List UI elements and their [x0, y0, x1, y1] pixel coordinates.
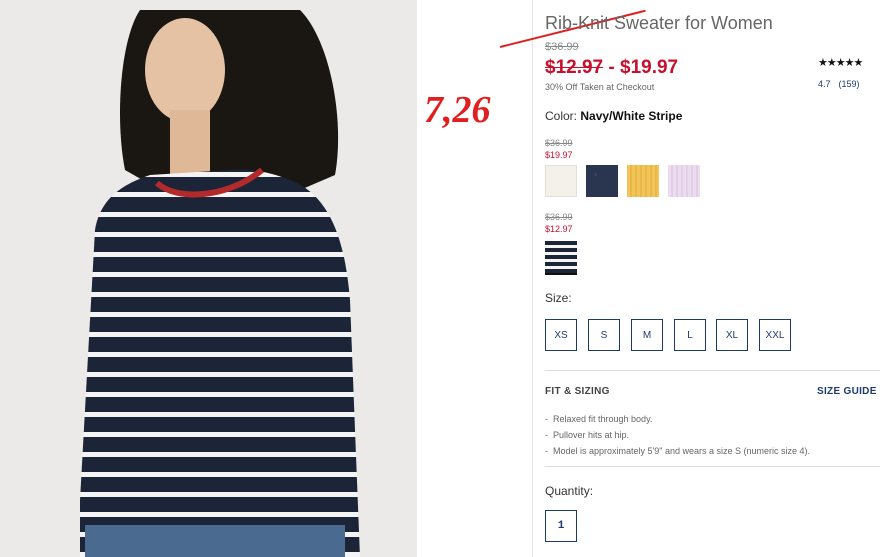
color-label: Color: [545, 109, 578, 123]
sale-price-high: $19.97 [620, 57, 679, 78]
fit-sizing-heading: FIT & SIZING [545, 386, 610, 397]
rating-value: 4.7 [818, 79, 831, 89]
original-price: $36.99 [545, 41, 579, 53]
swatch-lavender[interactable] [668, 165, 700, 197]
color-group-sale-price: $19.97 [545, 150, 573, 160]
list-item: Model is approximately 5'9" and wears a … [545, 443, 810, 459]
review-count-link[interactable]: (159) [839, 79, 860, 89]
star-rating-icon[interactable]: ★★★★★ [818, 56, 863, 69]
handwritten-price-annotation: 7,26 [424, 89, 491, 131]
quantity-label: Quantity: [545, 484, 594, 498]
swatch-navy-heather[interactable] [586, 165, 618, 197]
size-option-xs[interactable]: XS [545, 319, 577, 351]
product-title: Rib-Knit Sweater for Women [545, 13, 773, 33]
swatch-navy-white-stripe[interactable] [545, 241, 577, 275]
color-group-price: $36.99 $19.97 [545, 137, 573, 161]
sale-price-low: $12.97 [545, 57, 604, 78]
size-option-l[interactable]: L [674, 319, 706, 351]
size-option-xxl[interactable]: XXL [759, 319, 791, 351]
list-item: Relaxed fit through body. [545, 411, 810, 427]
size-option-xl[interactable]: XL [716, 319, 748, 351]
size-option-m[interactable]: M [631, 319, 663, 351]
section-divider [545, 370, 880, 371]
color-group-original-price: $36.99 [545, 138, 573, 148]
selected-color-name: Navy/White Stripe [580, 109, 683, 123]
swatch-yellow[interactable] [627, 165, 659, 197]
quantity-selector[interactable]: 1 [545, 510, 577, 542]
size-guide-link[interactable]: SIZE GUIDE [817, 386, 877, 397]
color-group-sale-price: $12.97 [545, 224, 573, 234]
list-item: Pullover hits at hip. [545, 427, 810, 443]
section-divider [545, 466, 880, 467]
discount-note: 30% Off Taken at Checkout [545, 82, 655, 92]
color-group-original-price: $36.99 [545, 212, 573, 222]
sale-price-range: $12.97 - $19.97 [545, 57, 678, 79]
color-group-price: $36.99 $12.97 [545, 211, 573, 235]
sale-price-separator: - [603, 57, 621, 78]
rating-summary[interactable]: 4.7 (159) [818, 79, 860, 89]
swatch-cream[interactable] [545, 165, 577, 197]
vertical-divider [532, 0, 533, 557]
product-photo [0, 0, 417, 557]
fit-details-list: Relaxed fit through body. Pullover hits … [545, 411, 810, 459]
size-option-s[interactable]: S [588, 319, 620, 351]
model-sweater-illustration [80, 10, 360, 557]
size-label: Size: [545, 291, 572, 305]
color-selection-label: Color: Navy/White Stripe [545, 109, 682, 123]
